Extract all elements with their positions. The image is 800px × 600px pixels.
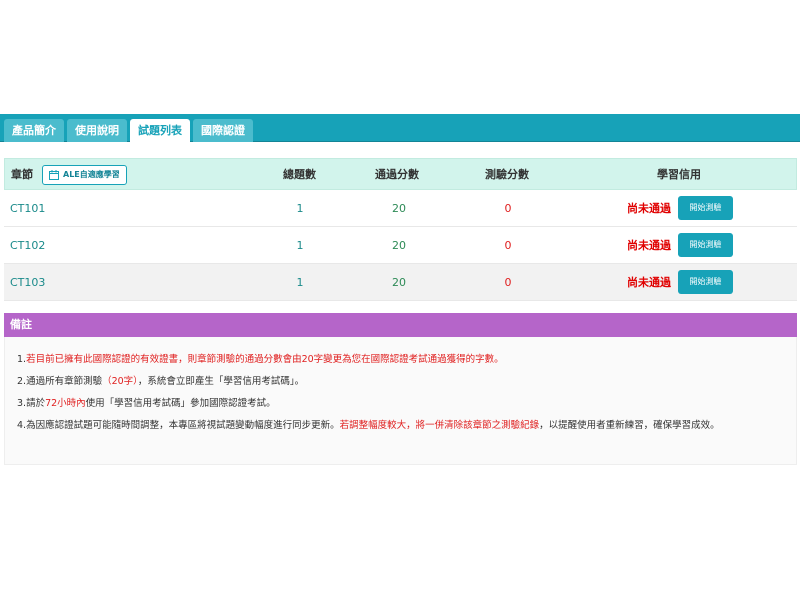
note-2-highlight: （20字） bbox=[102, 376, 138, 387]
note-2-text: 2.通過所有章節測驗 bbox=[17, 376, 103, 387]
tab-instructions[interactable]: 使用說明 bbox=[67, 119, 127, 142]
test-score-cell: 0 bbox=[504, 276, 512, 289]
status-label: 尚未通過 bbox=[627, 239, 671, 252]
note-1-prefix: 1. bbox=[17, 354, 27, 365]
note-4-highlight: 若調整幅度較大，將一併清除該章節之測驗紀錄 bbox=[339, 420, 540, 431]
calendar-icon bbox=[49, 170, 59, 180]
header-chapter: 章節 bbox=[11, 168, 33, 181]
test-score-cell: 0 bbox=[504, 239, 512, 252]
header-learning-credit: 學習信用 bbox=[657, 168, 701, 181]
total-cell: 1 bbox=[296, 276, 304, 289]
start-test-button[interactable]: 開始測驗 bbox=[678, 196, 733, 220]
tab-product-intro[interactable]: 產品簡介 bbox=[4, 119, 64, 142]
header-pass-score: 通過分數 bbox=[375, 168, 419, 181]
chapter-cell: CT102 bbox=[10, 239, 46, 252]
note-4: 4.為因應認證試題可能隨時間調整，本專區將視試題變動幅度進行同步更新。若調整幅度… bbox=[17, 419, 787, 433]
tab-international-cert[interactable]: 國際認證 bbox=[193, 119, 253, 142]
header-total: 總題數 bbox=[283, 168, 316, 181]
pass-score-cell: 20 bbox=[392, 202, 406, 215]
note-1-highlight: 若目前已擁有此國際認證的有效證書，則章節測驗的通過分數會由20字變更為您在國際認… bbox=[26, 354, 504, 365]
chapter-cell: CT101 bbox=[10, 202, 46, 215]
table-row: CT103 1 20 0 尚未通過 開始測驗 bbox=[4, 264, 797, 301]
chapter-cell: CT103 bbox=[10, 276, 46, 289]
status-label: 尚未通過 bbox=[627, 202, 671, 215]
table-row: CT102 1 20 0 尚未通過 開始測驗 bbox=[4, 227, 797, 264]
tab-bar: 產品簡介 使用說明 試題列表 國際認證 bbox=[0, 114, 800, 142]
notes-body: 1.若目前已擁有此國際認證的有效證書，則章節測驗的通過分數會由20字變更為您在國… bbox=[4, 337, 797, 465]
start-test-button[interactable]: 開始測驗 bbox=[678, 233, 733, 257]
status-label: 尚未通過 bbox=[627, 276, 671, 289]
pass-score-cell: 20 bbox=[392, 276, 406, 289]
total-cell: 1 bbox=[296, 239, 304, 252]
start-test-button[interactable]: 開始測驗 bbox=[678, 270, 733, 294]
note-3-text: 3.請於 bbox=[17, 398, 46, 409]
note-3-highlight: 72小時內 bbox=[45, 398, 86, 409]
total-cell: 1 bbox=[296, 202, 304, 215]
exam-table: 章節 ALE自適應學習 總題數 通過分數 測驗分數 學習信用 CT101 1 2… bbox=[4, 158, 797, 301]
header-test-score: 測驗分數 bbox=[485, 168, 529, 181]
tab-exam-list[interactable]: 試題列表 bbox=[130, 119, 190, 142]
note-4-tail: ，以提醒使用者重新練習，確保學習成效。 bbox=[539, 420, 720, 431]
note-3: 3.請於72小時內使用「學習信用考試碼」參加國際認證考試。 bbox=[17, 397, 787, 411]
note-1: 1.若目前已擁有此國際認證的有效證書，則章節測驗的通過分數會由20字變更為您在國… bbox=[17, 353, 787, 367]
table-row: CT101 1 20 0 尚未通過 開始測驗 bbox=[4, 190, 797, 227]
note-3-tail: 使用「學習信用考試碼」參加國際認證考試。 bbox=[85, 398, 276, 409]
note-2-tail: ，系統會立即產生「學習信用考試碼」。 bbox=[137, 376, 305, 387]
pass-score-cell: 20 bbox=[392, 239, 406, 252]
ale-button-label: ALE自適應學習 bbox=[63, 170, 120, 179]
note-4-text: 4.為因應認證試題可能隨時間調整，本專區將視試題變動幅度進行同步更新。 bbox=[17, 420, 340, 431]
ale-adaptive-learning-button[interactable]: ALE自適應學習 bbox=[42, 165, 127, 185]
notes-header: 備註 bbox=[4, 313, 797, 337]
note-2: 2.通過所有章節測驗（20字），系統會立即產生「學習信用考試碼」。 bbox=[17, 375, 787, 389]
table-header: 章節 ALE自適應學習 總題數 通過分數 測驗分數 學習信用 bbox=[4, 158, 797, 190]
test-score-cell: 0 bbox=[504, 202, 512, 215]
